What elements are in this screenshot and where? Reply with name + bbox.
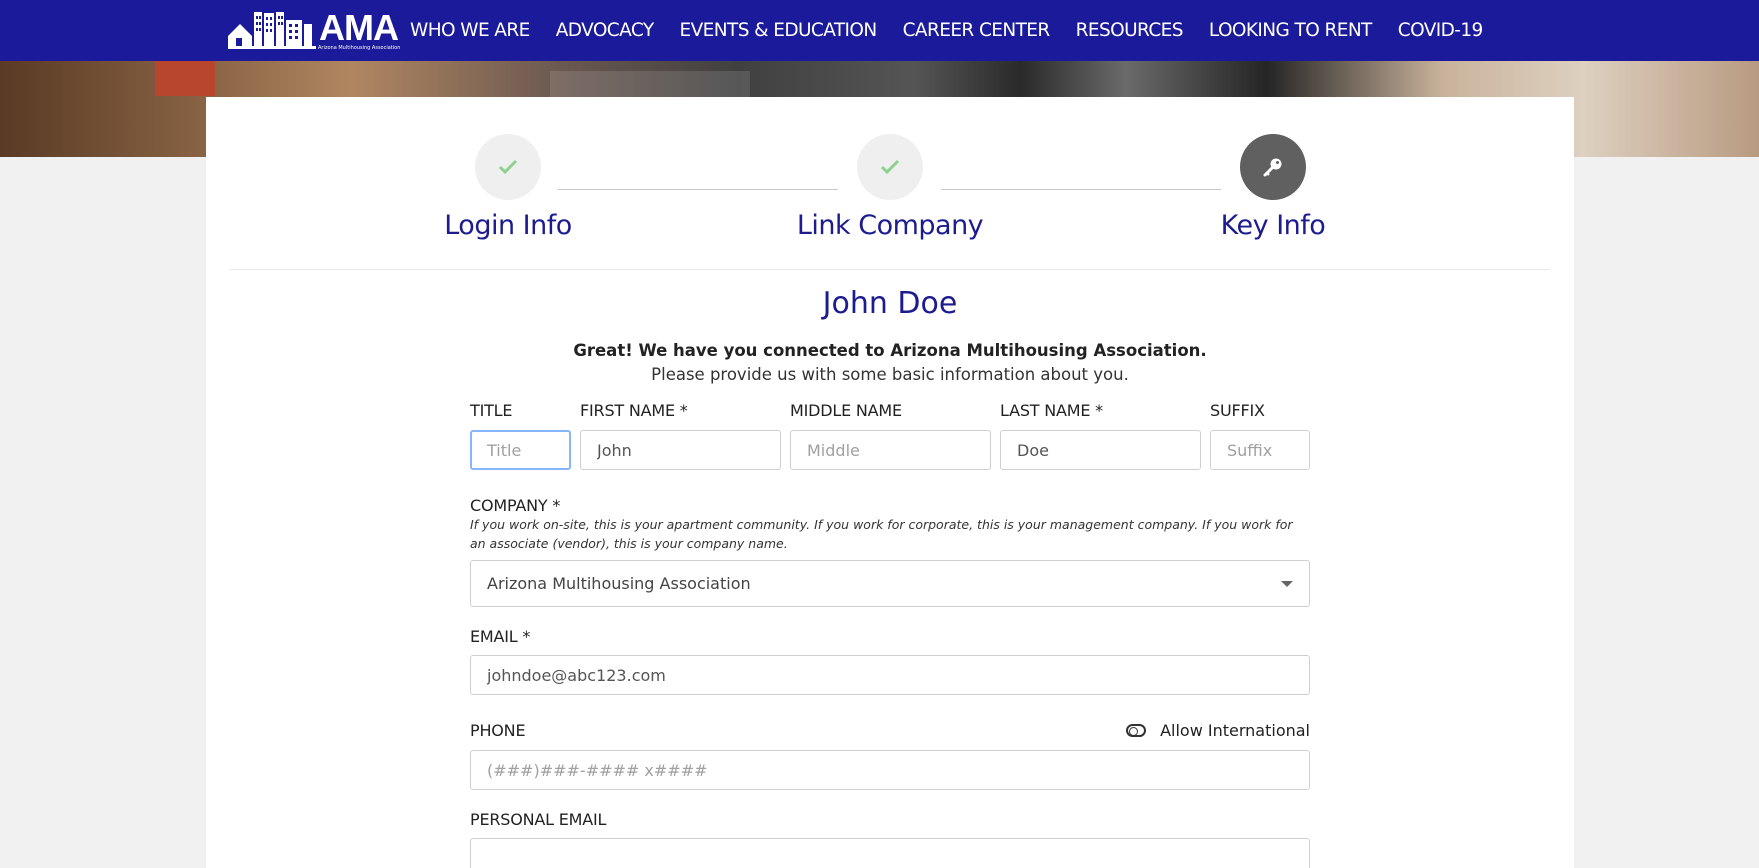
logo-tagline: Arizona Multihousing Association [318, 45, 401, 51]
middle-name-label: MIDDLE NAME [790, 401, 902, 420]
main-nav: WHO WE ARE ADVOCACY EVENTS & EDUCATION C… [410, 0, 1509, 61]
logo-text: AMA [319, 7, 399, 48]
check-icon [498, 159, 518, 175]
middle-name-input[interactable] [790, 430, 991, 470]
step-login-info-circle [475, 134, 541, 200]
registration-card: Login Info Link Company Key Info John Do… [206, 97, 1574, 868]
person-name-text: John Doe [822, 286, 958, 321]
nav-covid-19[interactable]: COVID-19 [1398, 20, 1484, 41]
step-key-info-circle [1240, 134, 1306, 200]
company-help-text: If you work on-site, this is your apartm… [470, 517, 1293, 551]
buildings-logo-icon [228, 12, 316, 49]
connected-message: Great! We have you connected to Arizona … [573, 341, 1207, 360]
ama-logo[interactable]: AMA Arizona Multihousing Association [228, 7, 406, 51]
allow-international-toggle[interactable]: Allow International [1126, 721, 1310, 740]
nav-looking-to-rent[interactable]: LOOKING TO RENT [1209, 20, 1372, 41]
company-selected-value: Arizona Multihousing Association [487, 574, 751, 593]
allow-international-label: Allow International [1160, 721, 1310, 740]
step-label-link-company[interactable]: Link Company [797, 210, 984, 241]
chevron-down-icon [1281, 580, 1293, 587]
phone-label: PHONE [470, 721, 526, 740]
title-input[interactable] [470, 430, 571, 470]
step-label-key-info[interactable]: Key Info [1221, 210, 1326, 241]
nav-career-center[interactable]: CAREER CENTER [903, 20, 1051, 41]
step-connector [941, 189, 1221, 190]
section-divider [230, 269, 1550, 270]
step-connector [558, 189, 838, 190]
key-icon [1263, 158, 1282, 177]
check-icon [880, 159, 900, 175]
last-name-input[interactable] [1000, 430, 1201, 470]
company-select[interactable]: Arizona Multihousing Association [470, 560, 1310, 607]
phone-input[interactable] [470, 750, 1310, 790]
instructions-text: Please provide us with some basic inform… [651, 365, 1129, 384]
nav-resources[interactable]: RESOURCES [1076, 20, 1184, 41]
first-name-label: FIRST NAME * [580, 401, 688, 420]
email-label: EMAIL * [470, 627, 531, 646]
step-link-company-circle [857, 134, 923, 200]
toggle-switch-icon[interactable] [1126, 724, 1147, 737]
title-label: TITLE [470, 401, 513, 420]
nav-who-we-are[interactable]: WHO WE ARE [410, 20, 530, 41]
personal-email-input[interactable] [470, 838, 1310, 868]
suffix-label: SUFFIX [1210, 401, 1265, 420]
first-name-input[interactable] [580, 430, 781, 470]
step-label-login-info[interactable]: Login Info [444, 210, 572, 241]
suffix-input[interactable] [1210, 430, 1310, 470]
nav-events-education[interactable]: EVENTS & EDUCATION [680, 20, 878, 41]
email-input[interactable] [470, 655, 1310, 695]
personal-email-label: PERSONAL EMAIL [470, 810, 607, 829]
last-name-label: LAST NAME * [1000, 401, 1103, 420]
top-navigation: AMA Arizona Multihousing Association WHO… [0, 0, 1759, 61]
nav-advocacy[interactable]: ADVOCACY [556, 20, 654, 41]
company-label: COMPANY * [470, 496, 561, 515]
